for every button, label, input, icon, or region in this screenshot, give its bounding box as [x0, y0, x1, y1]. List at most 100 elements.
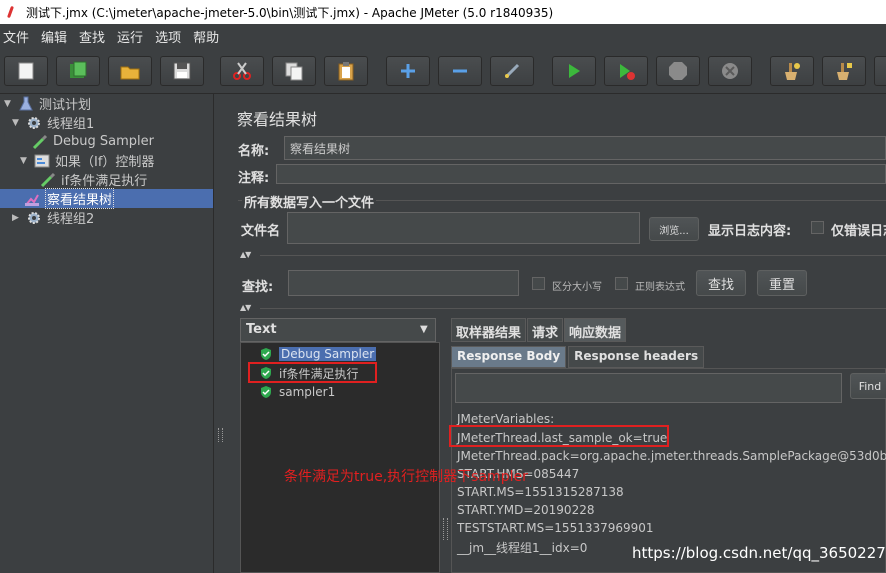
collapse-all-button[interactable]: [438, 56, 482, 86]
start-icon: [569, 64, 580, 78]
save-icon: [173, 62, 191, 80]
file-section-title: 所有数据写入一个文件: [244, 196, 375, 211]
response-line: START.MS=1551315287138: [457, 485, 624, 499]
collapse-arrows-icon[interactable]: ▲▼: [240, 250, 251, 259]
response-find-button[interactable]: Find: [850, 373, 886, 399]
tree-item-test-plan[interactable]: ▼ 测试计划: [4, 94, 91, 113]
new-icon: [18, 62, 34, 80]
browse-button[interactable]: 浏览...: [649, 217, 699, 241]
gear-icon: [28, 116, 40, 129]
chevron-down-icon[interactable]: ▼: [420, 324, 428, 335]
response-line: JMeterThread.pack=org.apache.jmeter.thre…: [457, 449, 886, 463]
regex-label: 正则表达式: [635, 282, 685, 293]
collapse-arrows-icon[interactable]: ▲▼: [240, 303, 251, 312]
result-item-debug-sampler[interactable]: Debug Sampler: [259, 345, 377, 363]
highlight-box-variable: [449, 425, 669, 447]
window-title: 测试下.jmx (C:\jmeter\apache-jmeter-5.0\bin…: [26, 5, 554, 20]
menu-bar: 文件 编辑 查找 运行 选项 帮助: [0, 24, 886, 48]
view-results-tree-panel: 察看结果树 名称: 察看结果树 注释: 所有数据写入一个文件 文件名 浏览...…: [228, 94, 886, 573]
menu-options[interactable]: 选项: [152, 27, 187, 46]
log-content-label: 显示日志内容:: [708, 224, 792, 239]
tab-sampler-result[interactable]: 取样器结果: [451, 318, 527, 342]
menu-run[interactable]: 运行: [114, 27, 149, 46]
expanded-arrow-icon[interactable]: ▼: [20, 156, 30, 166]
case-sensitive-checkbox[interactable]: [532, 277, 545, 290]
clear-all-button[interactable]: [822, 56, 866, 86]
tab-request[interactable]: 请求: [527, 318, 564, 342]
splitter-grip[interactable]: [218, 428, 223, 442]
results-tree-icon: [25, 194, 39, 206]
toggle-button[interactable]: [490, 56, 534, 86]
copy-button[interactable]: [272, 56, 316, 86]
response-line: START.YMD=20190228: [457, 503, 595, 517]
file-name-label: 文件名: [241, 224, 281, 239]
save-button[interactable]: [160, 56, 204, 86]
watermark: https://blog.csdn.net/qq_36502272: [632, 544, 886, 562]
expanded-arrow-icon[interactable]: ▼: [4, 99, 14, 109]
splitter-grip[interactable]: [443, 518, 448, 540]
find-button[interactable]: 查找: [696, 270, 746, 296]
tree-item-thread-group-1[interactable]: ▼ 线程组1: [12, 113, 94, 132]
menu-help[interactable]: 帮助: [190, 27, 225, 46]
templates-button[interactable]: [56, 56, 100, 86]
regex-checkbox[interactable]: [615, 277, 628, 290]
tree-item-if-controller[interactable]: ▼ 如果（If）控制器: [20, 151, 154, 170]
pipette-icon: [32, 134, 48, 149]
errors-only-checkbox[interactable]: [811, 221, 824, 234]
reset-button[interactable]: 重置: [757, 270, 807, 296]
expand-all-button[interactable]: [386, 56, 430, 86]
tree-item-view-results-tree[interactable]: 察看结果树: [0, 188, 213, 209]
clear-button[interactable]: [770, 56, 814, 86]
clear-all-icon: [837, 63, 852, 80]
name-input[interactable]: 察看结果树: [284, 136, 886, 160]
name-label: 名称:: [238, 144, 270, 159]
shutdown-icon: [722, 63, 738, 79]
toolbar: [0, 48, 886, 94]
comment-label: 注释:: [238, 171, 270, 186]
gear-icon: [28, 211, 40, 224]
tab-response-headers[interactable]: Response headers: [568, 346, 705, 368]
menu-search[interactable]: 查找: [76, 27, 111, 46]
stop-button[interactable]: [656, 56, 700, 86]
menu-edit[interactable]: 编辑: [38, 27, 73, 46]
main-splitter[interactable]: [214, 94, 228, 573]
tab-response-body[interactable]: Response Body: [451, 346, 567, 368]
tree-item-debug-sampler[interactable]: Debug Sampler: [32, 132, 154, 151]
case-sensitive-label: 区分大小写: [552, 282, 602, 293]
search-input[interactable]: [288, 270, 519, 296]
cut-button[interactable]: [220, 56, 264, 86]
clear-icon: [785, 63, 800, 80]
tree-item-thread-group-2[interactable]: ▶ 线程组2: [12, 208, 94, 227]
response-search-input[interactable]: [455, 373, 842, 403]
renderer-select[interactable]: Text: [240, 318, 436, 342]
file-name-input[interactable]: [287, 212, 640, 244]
paste-button[interactable]: [324, 56, 368, 86]
fieldset-border: [238, 200, 242, 201]
expanded-arrow-icon[interactable]: ▼: [12, 118, 22, 128]
new-button[interactable]: [4, 56, 48, 86]
annotation-text: 条件满足为true,执行控制器下sampler: [284, 469, 528, 485]
menu-file[interactable]: 文件: [0, 27, 35, 46]
comment-input[interactable]: [276, 164, 886, 184]
collapsed-arrow-icon[interactable]: ▶: [12, 213, 22, 223]
result-item-sampler1[interactable]: sampler1: [259, 383, 335, 401]
result-tabs: 取样器结果 请求 响应数据: [451, 318, 627, 342]
success-shield-icon: [261, 348, 271, 360]
open-button[interactable]: [108, 56, 152, 86]
stop-icon: [669, 62, 687, 80]
start-no-pauses-button[interactable]: [604, 56, 648, 86]
templates-icon: [70, 61, 87, 78]
search-label: 查找:: [242, 280, 274, 295]
response-line: JMeterVariables:: [457, 412, 555, 426]
tab-response-data[interactable]: 响应数据: [564, 318, 627, 342]
controller-icon: [34, 154, 50, 167]
copy-icon: [285, 62, 303, 81]
test-plan-tree: ▼ 测试计划 ▼ 线程组1 Debug Sampler ▼ 如果（If）控制器 …: [0, 94, 214, 573]
tree-item-if-sampler[interactable]: if条件满足执行: [40, 170, 147, 189]
response-line: __jm__线程组1__idx=0: [457, 541, 588, 555]
page-title: 察看结果树: [237, 110, 318, 129]
shutdown-button[interactable]: [708, 56, 752, 86]
toolbar-overflow-button[interactable]: [874, 56, 886, 86]
start-button[interactable]: [552, 56, 596, 86]
success-shield-icon: [261, 386, 271, 398]
